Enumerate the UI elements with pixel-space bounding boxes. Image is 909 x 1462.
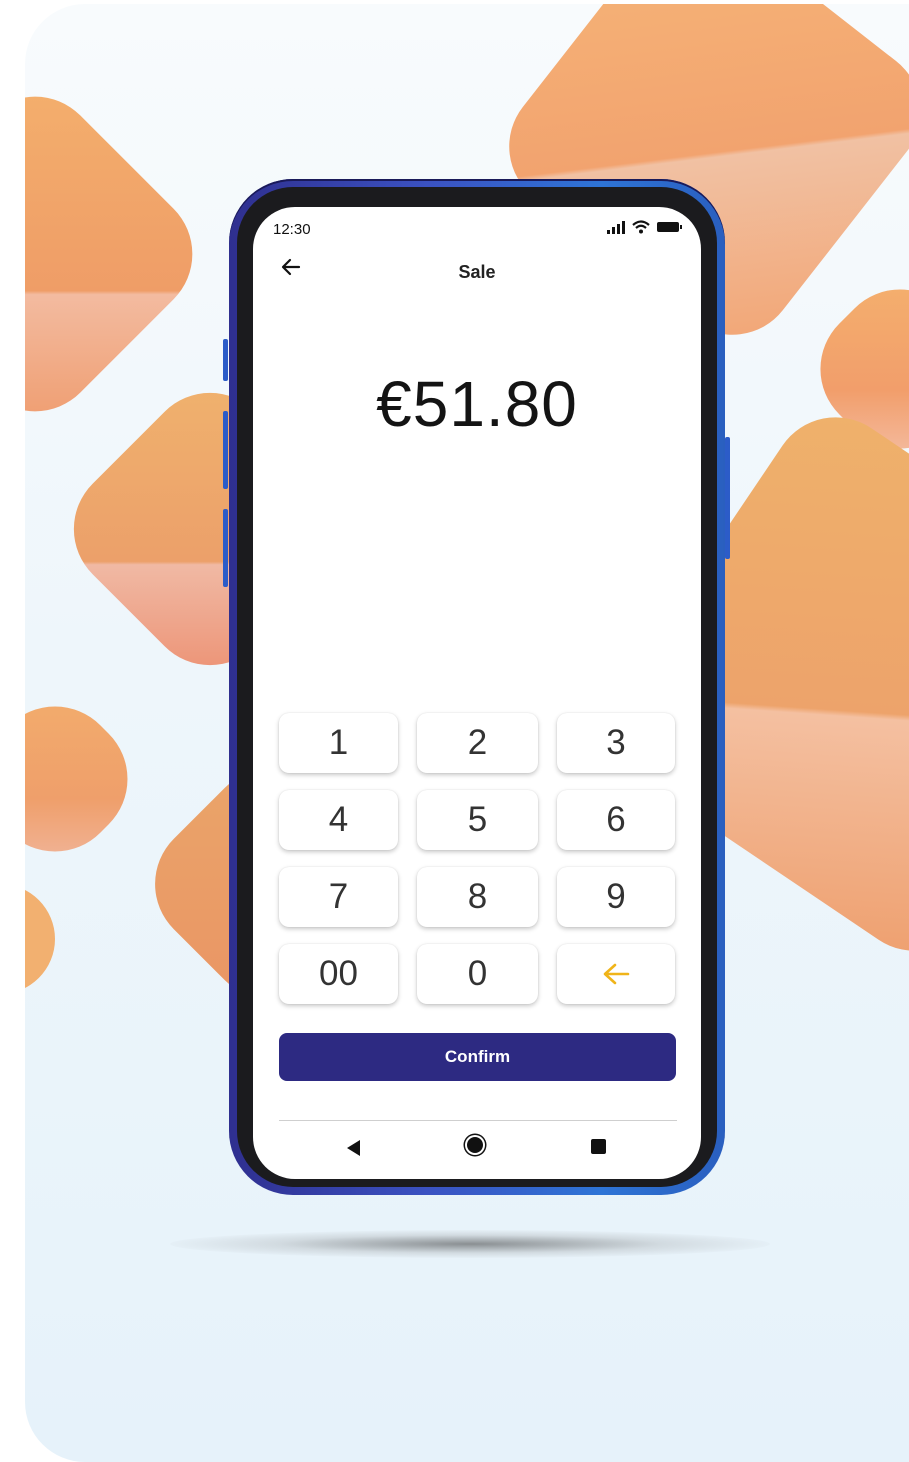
- key-9[interactable]: 9: [557, 867, 675, 927]
- status-icons: [607, 220, 682, 234]
- signal-icon: [607, 220, 625, 234]
- wifi-icon: [632, 220, 650, 234]
- power-button: [725, 437, 730, 559]
- page-title: Sale: [458, 262, 496, 282]
- key-0[interactable]: 0: [417, 944, 538, 1004]
- key-5[interactable]: 5: [417, 790, 538, 850]
- nav-divider: [279, 1120, 677, 1121]
- key-8[interactable]: 8: [417, 867, 538, 927]
- amount-display: €51.80: [376, 368, 578, 440]
- key-1[interactable]: 1: [279, 713, 398, 773]
- delete-key[interactable]: [557, 944, 675, 1004]
- key-7[interactable]: 7: [279, 867, 398, 927]
- battery-icon: [657, 222, 682, 232]
- phone-bezel: 12:30 Sale €51.80 1 2 3 4 5 6 7 8 9 00 0…: [237, 187, 717, 1187]
- phone-screen: 12:30 Sale €51.80 1 2 3 4 5 6 7 8 9 00 0…: [253, 207, 701, 1179]
- system-nav-bar: [253, 1137, 701, 1161]
- side-button: [223, 509, 228, 587]
- key-4[interactable]: 4: [279, 790, 398, 850]
- decorative-shape: [25, 70, 219, 438]
- side-button: [223, 411, 228, 489]
- nav-back-icon[interactable]: [347, 1140, 360, 1156]
- key-6[interactable]: 6: [557, 790, 675, 850]
- side-button: [223, 339, 228, 381]
- key-3[interactable]: 3: [557, 713, 675, 773]
- nav-home-icon[interactable]: [467, 1137, 483, 1153]
- numeric-keypad: 1 2 3 4 5 6 7 8 9 00 0: [279, 713, 677, 1004]
- decorative-shape: [25, 680, 154, 878]
- nav-recents-icon[interactable]: [591, 1139, 606, 1154]
- confirm-button[interactable]: Confirm: [279, 1033, 676, 1081]
- phone-mockup: 12:30 Sale €51.80 1 2 3 4 5 6 7 8 9 00 0…: [223, 179, 730, 1195]
- key-2[interactable]: 2: [417, 713, 538, 773]
- status-time: 12:30: [273, 221, 311, 238]
- phone-shadow: [170, 1230, 770, 1258]
- delete-arrow-icon: [603, 963, 630, 985]
- key-00[interactable]: 00: [279, 944, 398, 1004]
- decorative-shape: [25, 861, 78, 1017]
